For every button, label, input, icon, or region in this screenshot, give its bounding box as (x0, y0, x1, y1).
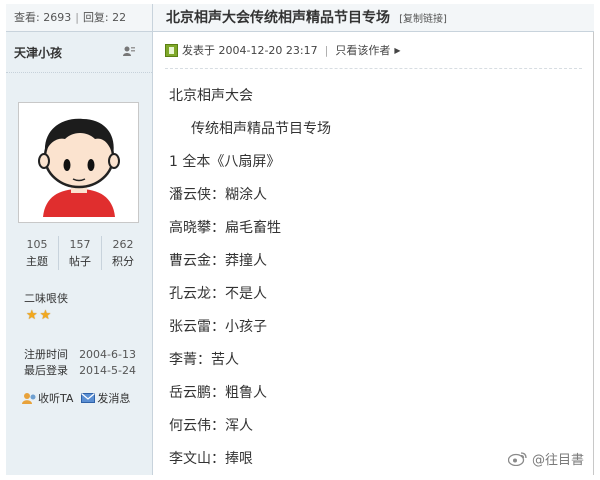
last-login-label: 最后登录 (24, 364, 68, 377)
post-line: 李菁：苦人 (169, 352, 239, 368)
rank-stars: ★ ★ (26, 309, 51, 322)
stats-divider: | (75, 11, 79, 24)
message-button[interactable]: 发消息 (81, 390, 130, 406)
author-info: 注册时间 2004-6-13 最后登录 2014-5-24 (24, 347, 136, 379)
thread-title: 北京相声大会传统相声精品节目专场 (166, 10, 390, 26)
message-label: 发消息 (97, 392, 131, 405)
envelope-icon (81, 393, 96, 403)
post-line: 北京相声大会 (169, 88, 253, 104)
register-row: 注册时间 2004-6-13 (24, 347, 136, 363)
last-login-date: 2014-5-24 (79, 364, 136, 377)
points-count[interactable]: 262 积分 (102, 236, 144, 270)
author-counts: 105 主题 157 帖子 262 积分 (16, 236, 144, 270)
watermark-text: @往目書 (531, 453, 584, 468)
user-rank[interactable]: 二味哏侠 (24, 290, 68, 306)
post-line: 1 全本《八扇屏》 (169, 154, 281, 170)
posted-label: 发表于 (182, 44, 215, 57)
cartoon-boy-avatar-icon (37, 118, 120, 217)
post-line: 高晓攀：扁毛畜牲 (169, 220, 281, 236)
topics-count[interactable]: 105 主题 (16, 236, 59, 270)
post-body: 北京相声大会 传统相声精品节目专场 1 全本《八扇屏》 潘云侠：糊涂人 高晓攀：… (169, 84, 331, 480)
post-line: 孔云龙：不是人 (169, 286, 267, 302)
meta-separator (165, 68, 582, 69)
copy-link-button[interactable]: [复制链接] (399, 14, 447, 25)
post-meta: 发表于 2004-12-20 23:17 | 只看该作者 ▶ (165, 42, 401, 58)
post-line: 李文山：捧哏 (169, 451, 253, 467)
post-icon (165, 43, 178, 57)
register-date: 2004-6-13 (79, 348, 136, 361)
views-count: 2693 (43, 11, 72, 24)
post-line: 何云伟：浑人 (169, 418, 253, 434)
triangle-right-icon: ▶ (394, 45, 401, 55)
register-label: 注册时间 (24, 348, 68, 361)
post-line: 岳云鹏：粗鲁人 (169, 385, 267, 401)
profile-card-icon[interactable] (122, 45, 136, 57)
weibo-logo-icon (507, 452, 527, 466)
post-line: 传统相声精品节目专场 (191, 121, 331, 137)
post-line: 张云雷：小孩子 (169, 319, 267, 335)
post-line: 曹云金：莽撞人 (169, 253, 267, 269)
thread-stats: 查看: 2693 | 回复: 22 (6, 4, 152, 32)
author-sidebar: 查看: 2693 | 回复: 22 天津小孩 105 主题 157 帖子 262… (6, 4, 153, 475)
posts-count[interactable]: 157 帖子 (59, 236, 102, 270)
last-login-row: 最后登录 2014-5-24 (24, 363, 136, 379)
posted-time: 2004-12-20 23:17 (218, 43, 318, 57)
star-icon: ★ (26, 308, 38, 323)
thread-header: 北京相声大会传统相声精品节目专场 [复制链接] (153, 4, 594, 32)
follow-label: 收听TA (38, 392, 74, 405)
weibo-watermark: @往目書 (507, 449, 584, 468)
follow-icon (22, 393, 36, 404)
author-header: 天津小孩 (6, 32, 152, 73)
post-line: 潘云侠：糊涂人 (169, 187, 267, 203)
star-icon: ★ (39, 308, 52, 323)
replies-label: 回复: (82, 11, 109, 24)
author-name[interactable]: 天津小孩 (14, 46, 62, 60)
author-actions: 收听TA 发消息 (22, 390, 130, 406)
follow-button[interactable]: 收听TA (22, 390, 73, 406)
replies-count: 22 (112, 11, 127, 24)
only-author-link[interactable]: 只看该作者 (335, 42, 390, 58)
post-area: 北京相声大会传统相声精品节目专场 [复制链接] 发表于 2004-12-20 2… (153, 4, 594, 475)
meta-divider: | (324, 43, 329, 57)
avatar[interactable] (18, 102, 139, 223)
views-label: 查看: (14, 11, 40, 24)
